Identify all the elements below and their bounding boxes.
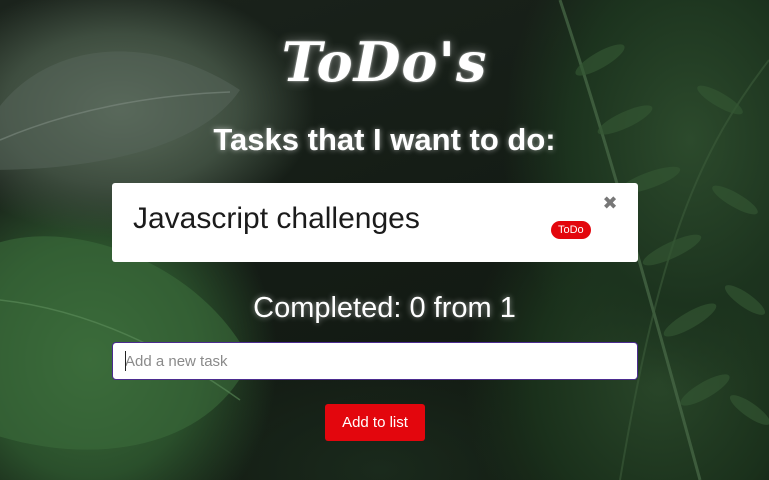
text-caret [125,351,126,371]
app-title: ToDo's [281,30,488,94]
task-item: Javascript challenges ToDo ✖ [112,183,638,262]
task-text: Javascript challenges [133,202,420,235]
completed-counter: Completed: 0 from 1 [253,292,516,324]
add-to-list-button[interactable]: Add to list [325,404,425,441]
tasks-heading: Tasks that I want to do: [213,122,556,157]
close-icon[interactable]: ✖ [601,195,619,213]
task-status-badge: ToDo [551,221,591,239]
new-task-input[interactable] [112,342,638,380]
